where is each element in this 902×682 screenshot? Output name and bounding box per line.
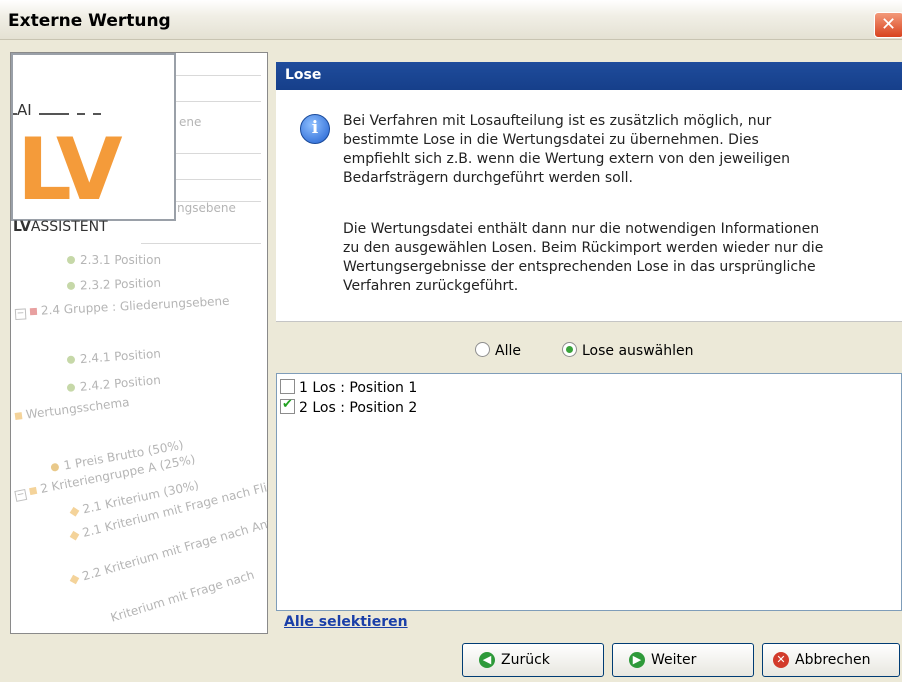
next-button-label: Weiter: [651, 652, 697, 668]
logo-name-rest: ASSISTENT: [30, 219, 108, 235]
logo-line: [77, 113, 85, 115]
arrow-right-icon: ▶: [629, 652, 645, 668]
radio-select-indicator[interactable]: [562, 342, 577, 357]
info-line: Bei Verfahren mit Losaufteilung ist es z…: [343, 113, 772, 129]
checkbox[interactable]: [280, 397, 295, 414]
list-item[interactable]: 2 Los : Position 2: [280, 397, 418, 416]
info-line: Bedarfsträgern durchgeführt werden soll.: [343, 170, 633, 186]
tree-line: [141, 243, 261, 244]
logo-lv-text: LV: [17, 120, 122, 220]
next-button[interactable]: ▶ Weiter: [612, 643, 754, 677]
list-item-label: 1 Los : Position 1: [299, 380, 418, 396]
info-line: zu den ausgewählen Losen. Beim Rückimpor…: [343, 240, 824, 256]
tree-item: Wertungsschema: [14, 395, 130, 423]
title-bar: Externe Wertung ✕: [0, 0, 902, 40]
close-icon: ✕: [881, 14, 897, 35]
tree-item: Kriterium mit Frage nach: [108, 567, 256, 625]
info-line: Die Wertungsdatei enthält dann nur die n…: [343, 221, 820, 237]
section-title: Lose: [285, 67, 322, 83]
radio-all[interactable]: Alle: [475, 342, 521, 359]
section-header: Lose: [276, 62, 902, 90]
tree-item: 2.3.2 Position: [66, 276, 161, 293]
logo-ai-text: AI: [17, 101, 32, 119]
list-item-label: 2 Los : Position 2: [299, 400, 418, 416]
tree-item: ngsebene: [177, 201, 236, 215]
arrow-left-icon: ◀: [479, 652, 495, 668]
info-paragraph-2: Die Wertungsdatei enthält dann nur die n…: [343, 220, 893, 296]
radio-all-indicator[interactable]: [475, 342, 490, 357]
tree-item: ene: [179, 115, 202, 129]
radio-all-label: Alle: [495, 343, 521, 359]
tree-item: −2.4 Gruppe : Gliederungsebene: [14, 293, 230, 320]
app-logo: AI LV: [11, 53, 176, 221]
info-line: Wertungsergebnisse der entsprechenden Lo…: [343, 259, 816, 275]
info-line: bestimmte Lose in die Wertungsdatei zu ü…: [343, 132, 759, 148]
tree-item: 2.4.2 Position: [66, 373, 161, 395]
tree-item: 2.3.1 Position: [67, 253, 161, 267]
logo-line: [13, 113, 17, 115]
tree-item: 2.4.1 Position: [66, 346, 161, 367]
logo-name: LVASSISTENT: [13, 219, 108, 235]
select-all-link[interactable]: Alle selektieren: [284, 614, 408, 630]
back-button-label: Zurück: [501, 652, 550, 668]
list-item[interactable]: 1 Los : Position 1: [280, 379, 417, 396]
lose-list[interactable]: 1 Los : Position 1 2 Los : Position 2: [276, 373, 902, 611]
logo-name-bold: LV: [13, 219, 31, 235]
side-image-panel: AI LV LVASSISTENT ene ngsebene 2.3.1 Pos…: [10, 52, 268, 634]
cancel-icon: ✕: [773, 652, 789, 668]
info-panel: i Bei Verfahren mit Losaufteilung ist es…: [276, 90, 902, 322]
radio-select-label: Lose auswählen: [582, 343, 694, 359]
cancel-button-label: Abbrechen: [795, 652, 871, 668]
info-icon: i: [300, 114, 330, 144]
info-line: empfiehlt sich z.B. wenn die Wertung ext…: [343, 151, 791, 167]
logo-line: [93, 113, 101, 115]
cancel-button[interactable]: ✕ Abbrechen: [762, 643, 900, 677]
radio-select-lose[interactable]: Lose auswählen: [562, 342, 694, 359]
info-line: Verfahren zurückgeführt.: [343, 278, 519, 294]
window-title: Externe Wertung: [8, 11, 171, 31]
logo-line: [39, 113, 69, 115]
checkbox[interactable]: [280, 379, 295, 394]
info-paragraph-1: Bei Verfahren mit Losaufteilung ist es z…: [343, 112, 893, 188]
back-button[interactable]: ◀ Zurück: [462, 643, 604, 677]
close-button[interactable]: ✕: [874, 12, 902, 38]
